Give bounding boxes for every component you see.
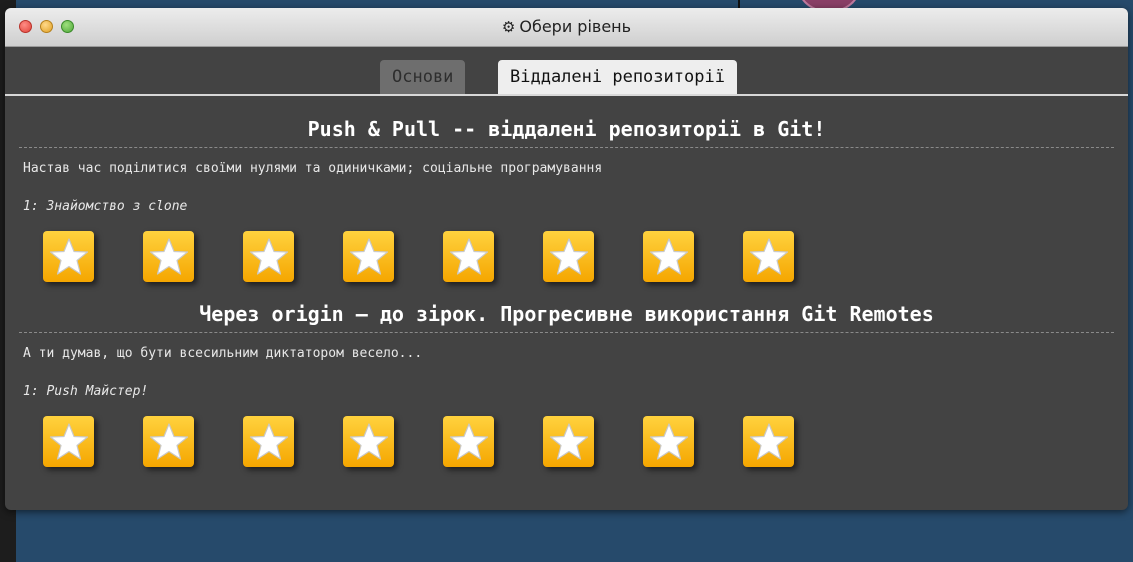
section-description: Настав час поділитися своїми нулями та о…: [23, 161, 603, 176]
level-name: 1: Знайомство з clone: [23, 199, 188, 214]
star-icon: [549, 237, 589, 277]
level-section-origin: Через origin – до зірок. Прогресивне вик…: [5, 301, 1128, 468]
section-title: Push & Pull -- віддалені репозиторії в G…: [307, 117, 826, 141]
level-star-button[interactable]: [443, 231, 494, 282]
level-star-button[interactable]: [543, 231, 594, 282]
level-star-row: [5, 231, 1128, 283]
level-star-button[interactable]: [643, 231, 694, 282]
section-separator: [19, 147, 1114, 148]
level-star-button[interactable]: [643, 416, 694, 467]
level-star-button[interactable]: [143, 416, 194, 467]
star-icon: [649, 237, 689, 277]
star-icon: [749, 422, 789, 462]
star-icon: [49, 237, 89, 277]
level-star-button[interactable]: [543, 416, 594, 467]
level-star-button[interactable]: [343, 416, 394, 467]
tab-basics[interactable]: Основи: [380, 60, 466, 94]
level-star-button[interactable]: [43, 231, 94, 282]
level-name: 1: Push Майстер!: [23, 384, 149, 399]
star-icon: [549, 422, 589, 462]
section-separator: [19, 332, 1114, 333]
star-icon: [649, 422, 689, 462]
section-title: Через origin – до зірок. Прогресивне вик…: [199, 302, 934, 326]
level-star-button[interactable]: [43, 416, 94, 467]
star-icon: [449, 422, 489, 462]
window-title: ⚙ Обери рівень: [5, 8, 1128, 46]
level-section-push-pull: Push & Pull -- віддалені репозиторії в G…: [5, 116, 1128, 283]
star-icon: [349, 422, 389, 462]
gear-icon: ⚙: [501, 18, 516, 36]
star-icon: [149, 237, 189, 277]
section-description: А ти думав, що бути всесильним диктаторо…: [23, 346, 423, 361]
star-icon: [149, 422, 189, 462]
title-bar: ⚙ Обери рівень: [5, 8, 1128, 47]
level-star-button[interactable]: [143, 231, 194, 282]
star-icon: [349, 237, 389, 277]
level-star-button[interactable]: [343, 231, 394, 282]
level-star-button[interactable]: [743, 416, 794, 467]
level-star-row: [5, 416, 1128, 468]
star-icon: [49, 422, 89, 462]
level-star-button[interactable]: [743, 231, 794, 282]
level-star-button[interactable]: [443, 416, 494, 467]
star-icon: [749, 237, 789, 277]
star-icon: [249, 422, 289, 462]
window-title-text: Обери рівень: [519, 17, 632, 36]
level-star-button[interactable]: [243, 416, 294, 467]
tab-bar: Основи Віддалені репозиторії: [5, 47, 1128, 96]
level-select-window: ⚙ Обери рівень Основи Віддалені репозитор…: [5, 8, 1128, 510]
star-icon: [249, 237, 289, 277]
star-icon: [449, 237, 489, 277]
tab-remote-repositories[interactable]: Віддалені репозиторії: [498, 60, 737, 94]
level-star-button[interactable]: [243, 231, 294, 282]
